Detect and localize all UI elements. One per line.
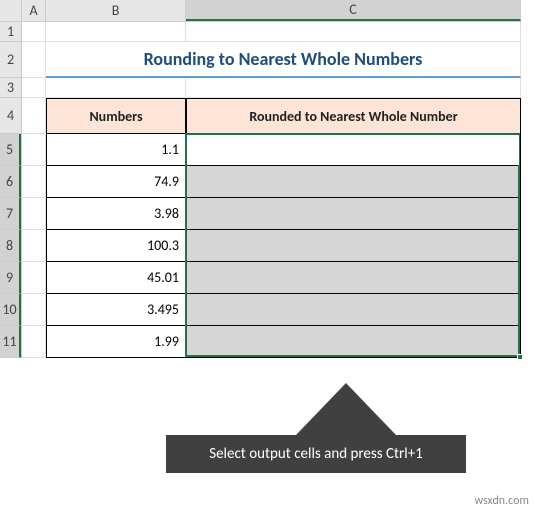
column-headers: ABC	[22, 0, 521, 22]
cell-A9[interactable]	[22, 262, 46, 294]
row-header-3[interactable]: 3	[0, 78, 21, 98]
cell-C6[interactable]	[186, 166, 521, 198]
cell-A11[interactable]	[22, 326, 46, 358]
callout-text: Select output cells and press Ctrl+1	[166, 435, 466, 473]
cell-A6[interactable]	[22, 166, 46, 198]
cell-B10[interactable]: 3.495	[46, 294, 186, 326]
row-header-7[interactable]: 7	[0, 198, 21, 230]
cell-B6[interactable]: 74.9	[46, 166, 186, 198]
cell-B3[interactable]	[46, 78, 186, 98]
row-8: 100.3	[22, 230, 521, 262]
column-header-B[interactable]: B	[46, 0, 186, 21]
title-cell[interactable]: Rounding to Nearest Whole Numbers	[46, 42, 521, 78]
row-header-4[interactable]: 4	[0, 98, 21, 134]
row-1	[22, 22, 521, 42]
cell-A8[interactable]	[22, 230, 46, 262]
cell-B9[interactable]: 45.01	[46, 262, 186, 294]
row-5: 1.1	[22, 134, 521, 166]
cell-C5[interactable]	[186, 134, 521, 166]
row-6: 74.9	[22, 166, 521, 198]
row-4: NumbersRounded to Nearest Whole Number	[22, 98, 521, 134]
header-numbers[interactable]: Numbers	[46, 98, 186, 134]
cell-A3[interactable]	[22, 78, 46, 98]
column-header-C[interactable]: C	[186, 0, 521, 21]
row-header-10[interactable]: 10	[0, 294, 21, 326]
cell-C1[interactable]	[186, 22, 521, 42]
callout: Select output cells and press Ctrl+1	[156, 383, 476, 473]
row-3	[22, 78, 521, 98]
cell-C3[interactable]	[186, 78, 521, 98]
row-headers: 1234567891011	[0, 22, 22, 358]
cell-C11[interactable]	[186, 326, 521, 358]
cell-C8[interactable]	[186, 230, 521, 262]
column-header-A[interactable]: A	[22, 0, 46, 21]
callout-arrow	[296, 383, 396, 435]
cell-B11[interactable]: 1.99	[46, 326, 186, 358]
row-7: 3.98	[22, 198, 521, 230]
cell-A4[interactable]	[22, 98, 46, 134]
cell-B1[interactable]	[46, 22, 186, 42]
cell-A5[interactable]	[22, 134, 46, 166]
cell-A7[interactable]	[22, 198, 46, 230]
cell-B8[interactable]: 100.3	[46, 230, 186, 262]
row-11: 1.99	[22, 326, 521, 358]
row-header-11[interactable]: 11	[0, 326, 21, 358]
row-header-5[interactable]: 5	[0, 134, 21, 166]
cell-A10[interactable]	[22, 294, 46, 326]
cell-A1[interactable]	[22, 22, 46, 42]
cell-grid: Rounding to Nearest Whole Numbers Numbers…	[22, 22, 521, 358]
row-header-6[interactable]: 6	[0, 166, 21, 198]
row-header-1[interactable]: 1	[0, 22, 21, 42]
row-10: 3.495	[22, 294, 521, 326]
watermark: wsxdn.com	[474, 494, 529, 508]
row-header-9[interactable]: 9	[0, 262, 21, 294]
cell-B7[interactable]: 3.98	[46, 198, 186, 230]
select-all-corner[interactable]	[0, 0, 22, 22]
row-9: 45.01	[22, 262, 521, 294]
header-rounded[interactable]: Rounded to Nearest Whole Number	[186, 98, 521, 134]
cell-C9[interactable]	[186, 262, 521, 294]
cell-A2[interactable]	[22, 42, 46, 78]
row-header-8[interactable]: 8	[0, 230, 21, 262]
row-header-2[interactable]: 2	[0, 42, 21, 78]
row-2: Rounding to Nearest Whole Numbers	[22, 42, 521, 78]
cell-C10[interactable]	[186, 294, 521, 326]
cell-C7[interactable]	[186, 198, 521, 230]
cell-B5[interactable]: 1.1	[46, 134, 186, 166]
